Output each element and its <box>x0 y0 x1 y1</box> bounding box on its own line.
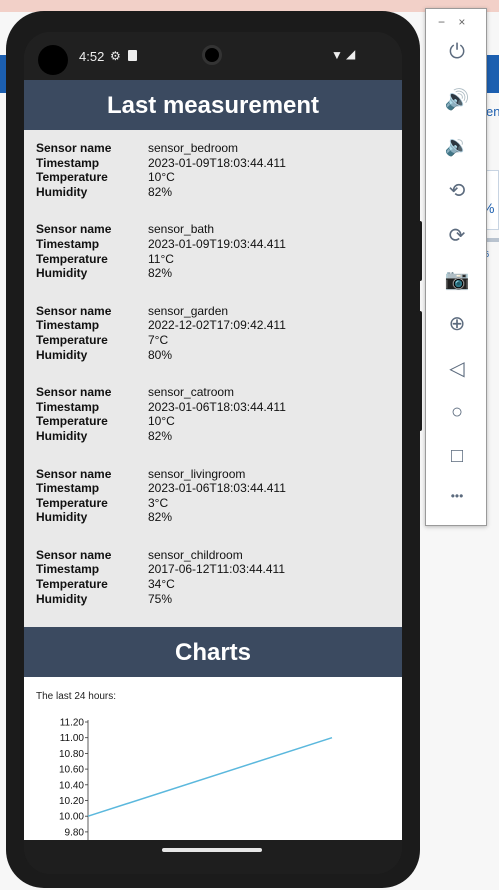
sensor-name-value: sensor_catroom <box>148 385 235 400</box>
last-measurement-title: Last measurement <box>24 80 402 130</box>
temperature-value: 10°C <box>148 414 175 429</box>
humidity-value: 82% <box>148 266 173 281</box>
charts-title: Charts <box>24 627 402 678</box>
y-tick-label: 10.60 <box>59 765 84 776</box>
sensor-card: Sensor name sensor_childroom Timestamp 201… <box>36 548 390 606</box>
emulator-toolbar: − × ⏻ 🔊 🔉 ⟲ ⟳ 📷 ⊕ ◁ ○ □ ••• <box>425 8 487 526</box>
y-tick-label: 10.40 <box>59 781 84 792</box>
label-temperature: Temperature <box>36 332 108 347</box>
humidity-value: 75% <box>148 591 173 606</box>
power-icon[interactable]: ⏻ <box>426 41 488 64</box>
humidity-value: 80% <box>148 347 173 362</box>
timestamp-value: 2023-01-09T18:03:44.411 <box>148 155 286 170</box>
temperature-value: 3°C <box>148 495 169 510</box>
sensor-card: Sensor name sensor_garden Timestamp 2022-1… <box>36 304 390 362</box>
camera-cutout <box>38 45 68 75</box>
overview-icon[interactable]: □ <box>426 445 488 468</box>
sensor-name-value: sensor_livingroom <box>148 466 246 481</box>
volume-up-icon[interactable]: 🔊 <box>426 87 488 112</box>
home-gesture-pill[interactable] <box>162 848 262 852</box>
label-sensor-name: Sensor name <box>36 141 112 155</box>
label-timestamp: Timestamp <box>36 562 100 577</box>
phone-side-button <box>416 311 422 431</box>
chart-caption: The last 24 hours: <box>36 691 117 703</box>
timestamp-value: 2022-12-02T17:09:42.411 <box>148 318 286 333</box>
label-timestamp: Timestamp <box>36 481 100 496</box>
label-sensor-name: Sensor name <box>36 547 112 562</box>
temperature-value: 34°C <box>148 577 175 592</box>
humidity-value: 82% <box>148 428 173 443</box>
timestamp-value: 2017-06-12T11:03:44.411 <box>148 562 285 577</box>
sensor-name-value: sensor_bedroom <box>148 141 239 155</box>
chart-container: The last 24 hours: 11.20 11.00 10.80 10.60 1… <box>24 677 402 840</box>
humidity-value: 82% <box>148 510 173 525</box>
timestamp-value: 2023-01-06T18:03:44.411 <box>148 481 286 496</box>
label-timestamp: Timestamp <box>36 399 100 414</box>
more-icon[interactable]: ••• <box>426 489 488 503</box>
timestamp-value: 2023-01-06T18:03:44.411 <box>148 399 286 414</box>
emulator-window-controls: − × <box>438 15 475 29</box>
phone-frame: 4:52 ⚙ ▼ ◢ Last measurement Sensor name s… <box>6 11 422 888</box>
sensor-card: Sensor name sensor_bath Timestamp 2023-01-… <box>36 222 390 280</box>
y-tick-label: 10.80 <box>59 749 84 760</box>
sensor-card: Sensor name sensor_bedroom Timestamp 2023-… <box>36 141 390 199</box>
temperature-value: 11°C <box>148 251 174 266</box>
phone-display: 4:52 ⚙ ▼ ◢ Last measurement Sensor name s… <box>24 32 402 874</box>
y-tick-label: 11.20 <box>60 718 85 729</box>
label-sensor-name: Sensor name <box>36 385 112 400</box>
status-bar: 4:52 ⚙ ▼ ◢ <box>24 32 402 80</box>
label-humidity: Humidity <box>36 428 88 443</box>
label-temperature: Temperature <box>36 414 108 429</box>
label-timestamp: Timestamp <box>36 318 100 333</box>
sensor-name-value: sensor_childroom <box>148 547 243 562</box>
label-humidity: Humidity <box>36 184 88 199</box>
wifi-icon: ▼ <box>331 48 343 62</box>
temperature-value: 10°C <box>148 170 175 185</box>
phone-side-button <box>416 221 422 281</box>
sd-card-icon <box>128 50 137 61</box>
line-chart: 11.2011.0010.8010.6010.4010.2010.009.809… <box>59 718 333 840</box>
humidity-value: 82% <box>148 184 173 199</box>
y-tick-label: 11.00 <box>60 733 85 744</box>
series-line <box>87 737 333 818</box>
label-temperature: Temperature <box>36 170 108 185</box>
settings-gear-icon: ⚙ <box>110 49 121 63</box>
label-timestamp: Timestamp <box>36 155 100 170</box>
label-sensor-name: Sensor name <box>36 303 112 318</box>
camera-icon[interactable]: 📷 <box>426 267 488 292</box>
close-button[interactable]: × <box>458 15 465 29</box>
label-temperature: Temperature <box>36 495 108 510</box>
y-tick-label: 10.00 <box>59 812 84 823</box>
temperature-value: 7°C <box>148 332 169 347</box>
volume-down-icon[interactable]: 🔉 <box>426 133 488 158</box>
y-tick-label: 10.20 <box>59 796 84 807</box>
label-temperature: Temperature <box>36 251 108 266</box>
sensor-card: Sensor name sensor_livingroom Timestamp 20… <box>36 467 390 525</box>
sensor-card: Sensor name sensor_catroom Timestamp 2023-… <box>36 385 390 443</box>
status-time: 4:52 <box>79 49 105 64</box>
rotate-left-icon[interactable]: ⟲ <box>426 178 488 203</box>
label-humidity: Humidity <box>36 591 88 606</box>
timestamp-value: 2023-01-09T19:03:44.411 <box>148 236 286 251</box>
app-screen[interactable]: Last measurement Sensor name sensor_bedro… <box>24 80 402 840</box>
label-sensor-name: Sensor name <box>36 466 112 481</box>
home-icon[interactable]: ○ <box>426 401 488 424</box>
signal-icon: ◢ <box>346 47 356 61</box>
back-icon[interactable]: ◁ <box>426 356 488 381</box>
sensor-name-value: sensor_garden <box>148 303 229 318</box>
zoom-icon[interactable]: ⊕ <box>426 311 488 336</box>
navigation-bar <box>24 840 402 874</box>
y-tick-label: 9.80 <box>65 828 85 839</box>
label-sensor-name: Sensor name <box>36 222 112 237</box>
sensor-name-value: sensor_bath <box>148 222 215 237</box>
sensor-list: Sensor name sensor_bedroom Timestamp 2023-… <box>24 130 402 606</box>
rotate-right-icon[interactable]: ⟳ <box>426 223 488 248</box>
minimize-button[interactable]: − <box>438 15 445 29</box>
label-temperature: Temperature <box>36 577 108 592</box>
label-humidity: Humidity <box>36 266 88 281</box>
label-humidity: Humidity <box>36 510 88 525</box>
label-timestamp: Timestamp <box>36 236 100 251</box>
front-camera <box>202 45 222 65</box>
label-humidity: Humidity <box>36 347 88 362</box>
